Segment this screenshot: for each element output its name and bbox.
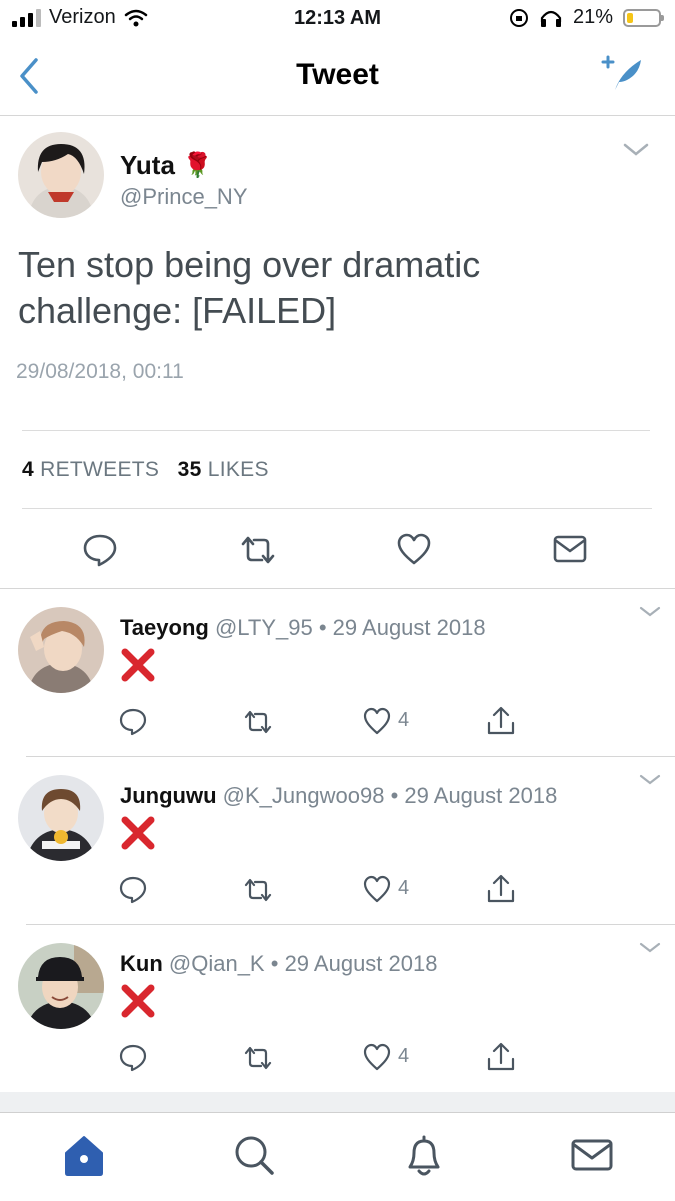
avatar[interactable] xyxy=(18,132,104,218)
reply-author-name[interactable]: Junguwu xyxy=(120,783,217,808)
tweet-text-line: Ten stop being over dramatic xyxy=(18,244,481,285)
cross-mark-emoji xyxy=(121,984,155,1018)
reply-author-handle[interactable]: @K_Jungwoo98 xyxy=(223,783,385,808)
separator: • xyxy=(270,951,279,976)
tweet-text-line: challenge: [FAILED] xyxy=(18,290,337,331)
reply-like-count: 4 xyxy=(398,709,410,731)
main-tweet: Yuta 🌹 @Prince_NY Ten stop being over dr… xyxy=(0,116,675,589)
like-heart-icon[interactable] xyxy=(362,707,392,735)
chevron-down-icon[interactable] xyxy=(622,142,650,158)
reply-icon[interactable] xyxy=(118,1043,148,1073)
tweet-text: Ten stop being over dramatic challenge: … xyxy=(18,242,638,334)
status-bar: Verizon 12:13 AM 21% xyxy=(0,0,675,38)
share-icon[interactable] xyxy=(486,705,516,737)
avatar[interactable] xyxy=(18,943,104,1029)
author-handle[interactable]: @Prince_NY xyxy=(120,184,248,210)
cross-mark-emoji xyxy=(121,816,155,850)
reply-header: Kun @Qian_K • 29 August 2018 xyxy=(120,951,437,977)
reply-icon[interactable] xyxy=(82,532,118,568)
message-icon[interactable] xyxy=(552,534,588,564)
like-count: 35 xyxy=(177,458,202,481)
separator: • xyxy=(390,783,399,808)
chevron-down-icon[interactable] xyxy=(638,773,662,787)
headphones-icon xyxy=(540,10,562,27)
reply-header: Taeyong @LTY_95 • 29 August 2018 xyxy=(120,615,486,641)
author-name-text: Yuta xyxy=(120,150,175,180)
retweet-icon[interactable] xyxy=(238,534,278,566)
share-icon[interactable] xyxy=(486,873,516,905)
retweet-icon[interactable] xyxy=(242,709,274,735)
reply-tweet[interactable]: Junguwu @K_Jungwoo98 • 29 August 2018 4 xyxy=(0,757,675,925)
retweet-label: RETWEETS xyxy=(40,458,160,481)
divider xyxy=(22,508,652,509)
section-spacer xyxy=(0,1092,675,1112)
like-heart-icon[interactable] xyxy=(362,1043,392,1071)
rose-emoji: 🌹 xyxy=(182,152,213,179)
reply-actions: 4 xyxy=(0,869,675,909)
retweet-icon[interactable] xyxy=(242,1045,274,1071)
reply-header: Junguwu @K_Jungwoo98 • 29 August 2018 xyxy=(120,783,557,809)
reply-tweet[interactable]: Taeyong @LTY_95 • 29 August 2018 4 xyxy=(0,589,675,757)
retweets-stat[interactable]: 4 RETWEETS xyxy=(22,458,159,481)
reply-icon[interactable] xyxy=(118,875,148,905)
reply-actions: 4 xyxy=(0,1037,675,1077)
page-title: Tweet xyxy=(296,58,379,91)
avatar[interactable] xyxy=(18,775,104,861)
reply-date: 29 August 2018 xyxy=(284,951,438,976)
orientation-lock-icon xyxy=(509,8,528,27)
home-tab-icon[interactable] xyxy=(60,1131,108,1179)
tweet-stats: 4 RETWEETS 35 LIKES xyxy=(22,458,269,482)
battery-percent: 21% xyxy=(572,6,613,28)
reply-date: 29 August 2018 xyxy=(404,783,558,808)
cross-mark-emoji xyxy=(121,648,155,682)
bottom-tab-bar xyxy=(0,1112,675,1201)
reply-author-handle[interactable]: @LTY_95 xyxy=(215,615,313,640)
like-heart-icon[interactable] xyxy=(396,532,432,566)
reply-author-name[interactable]: Taeyong xyxy=(120,615,209,640)
compose-tweet-icon[interactable] xyxy=(599,52,647,96)
retweet-count: 4 xyxy=(22,458,34,481)
reply-like-count: 4 xyxy=(398,1045,410,1067)
separator: • xyxy=(318,615,327,640)
chevron-down-icon[interactable] xyxy=(638,941,662,955)
reply-like-count: 4 xyxy=(398,877,410,899)
navigation-bar: Tweet xyxy=(0,40,675,116)
like-heart-icon[interactable] xyxy=(362,875,392,903)
search-tab-icon[interactable] xyxy=(230,1131,278,1179)
tweet-actions xyxy=(0,526,675,576)
reply-author-name[interactable]: Kun xyxy=(120,951,163,976)
battery-icon xyxy=(623,8,664,27)
tweet-timestamp: 29/08/2018, 00:11 xyxy=(16,360,184,383)
divider xyxy=(22,430,650,431)
messages-tab-icon[interactable] xyxy=(568,1131,616,1179)
reply-actions: 4 xyxy=(0,701,675,741)
avatar[interactable] xyxy=(18,607,104,693)
reply-icon[interactable] xyxy=(118,707,148,737)
author-name[interactable]: Yuta 🌹 xyxy=(120,150,213,181)
likes-stat[interactable]: 35 LIKES xyxy=(178,458,269,481)
retweet-icon[interactable] xyxy=(242,877,274,903)
reply-author-handle[interactable]: @Qian_K xyxy=(169,951,265,976)
notifications-tab-icon[interactable] xyxy=(400,1131,448,1179)
like-label: LIKES xyxy=(207,458,269,481)
chevron-down-icon[interactable] xyxy=(638,605,662,619)
reply-date: 29 August 2018 xyxy=(332,615,486,640)
share-icon[interactable] xyxy=(486,1041,516,1073)
reply-tweet[interactable]: Kun @Qian_K • 29 August 2018 4 xyxy=(0,925,675,1093)
